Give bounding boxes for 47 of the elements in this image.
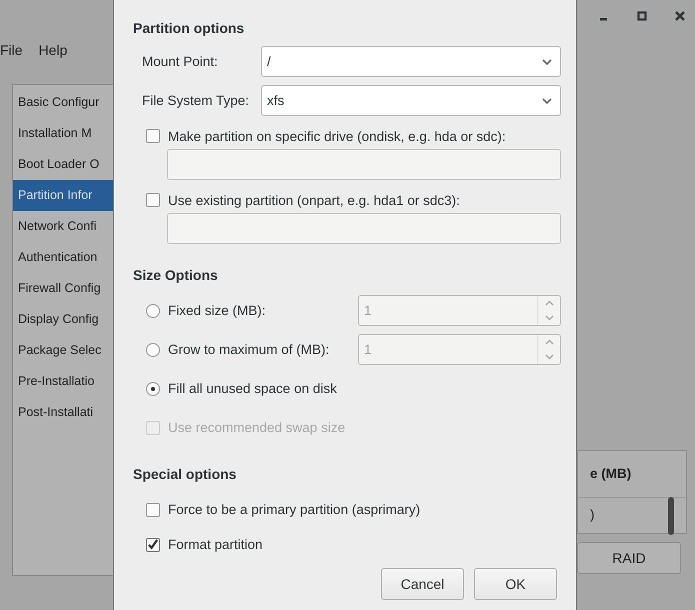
radio-label: Grow to maximum of (MB): [168,342,330,357]
sidebar-item[interactable]: Network Confi [13,211,113,242]
radio-button[interactable] [146,382,160,396]
sidebar-item[interactable]: Post-Installati [13,397,113,428]
raid-button[interactable]: RAID [577,542,681,574]
dialog-button[interactable]: Cancel [381,568,464,600]
sidebar-item[interactable]: Display Config [13,304,113,335]
checkbox-label: Use recommended swap size [168,420,346,435]
sidebar-item[interactable]: Pre-Installatio [13,366,113,397]
sidebar-item[interactable]: Firewall Config [13,273,113,304]
checkbox-label: Make partition on specific drive (ondisk, e.g. hda or sdc): [168,128,506,144]
close-icon[interactable] [675,11,685,21]
chevron-down-icon [542,58,552,64]
section-heading: Size Options [133,267,219,285]
sidebar-item[interactable]: Partition Infor [13,180,113,211]
sidebar-item[interactable]: Authentication [13,242,113,273]
menu-item[interactable]: Help [38,42,68,58]
dialog-button[interactable]: OK [474,568,557,600]
checkbox-label: Format partition [168,537,263,552]
input-field[interactable] [167,213,561,244]
field-label: File System Type: [141,93,250,108]
radio-button[interactable] [146,304,160,318]
sidebar-item[interactable]: Basic Configur [13,87,113,118]
radio-label: Fixed size (MB): [168,303,266,318]
checkbox[interactable] [146,538,160,552]
checkbox-label: Use existing partition (onpart, e.g. hda1 or sdc3): [168,192,460,208]
checkbox[interactable] [146,502,160,516]
radio-label: Fill all unused space on disk [168,381,337,396]
mount-point-combo[interactable]: / [261,46,561,77]
radio-button[interactable] [146,342,160,356]
column-header: e (MB) [578,451,686,498]
checkbox[interactable] [146,193,160,207]
table-cell-text: ) [589,506,596,524]
sidebar-item[interactable]: Boot Loader O [13,149,113,180]
scrollbar[interactable] [668,497,674,535]
section-heading: Partition options [133,20,246,38]
input-field[interactable] [167,149,561,180]
chevron-down-icon [542,98,552,104]
sidebar-item[interactable]: Installation M [13,118,113,149]
field-label: Mount Point: [141,54,219,69]
file-system-combo[interactable]: xfs [261,85,561,116]
checkbox-label: Force to be a primary partition (asprimary) [168,502,420,517]
section-heading: Special options [133,466,238,484]
checkbox[interactable] [146,129,160,143]
maximize-icon[interactable] [637,11,647,21]
sidebar-item[interactable]: Package Selec [13,335,113,366]
menu-item[interactable]: File [0,42,23,58]
